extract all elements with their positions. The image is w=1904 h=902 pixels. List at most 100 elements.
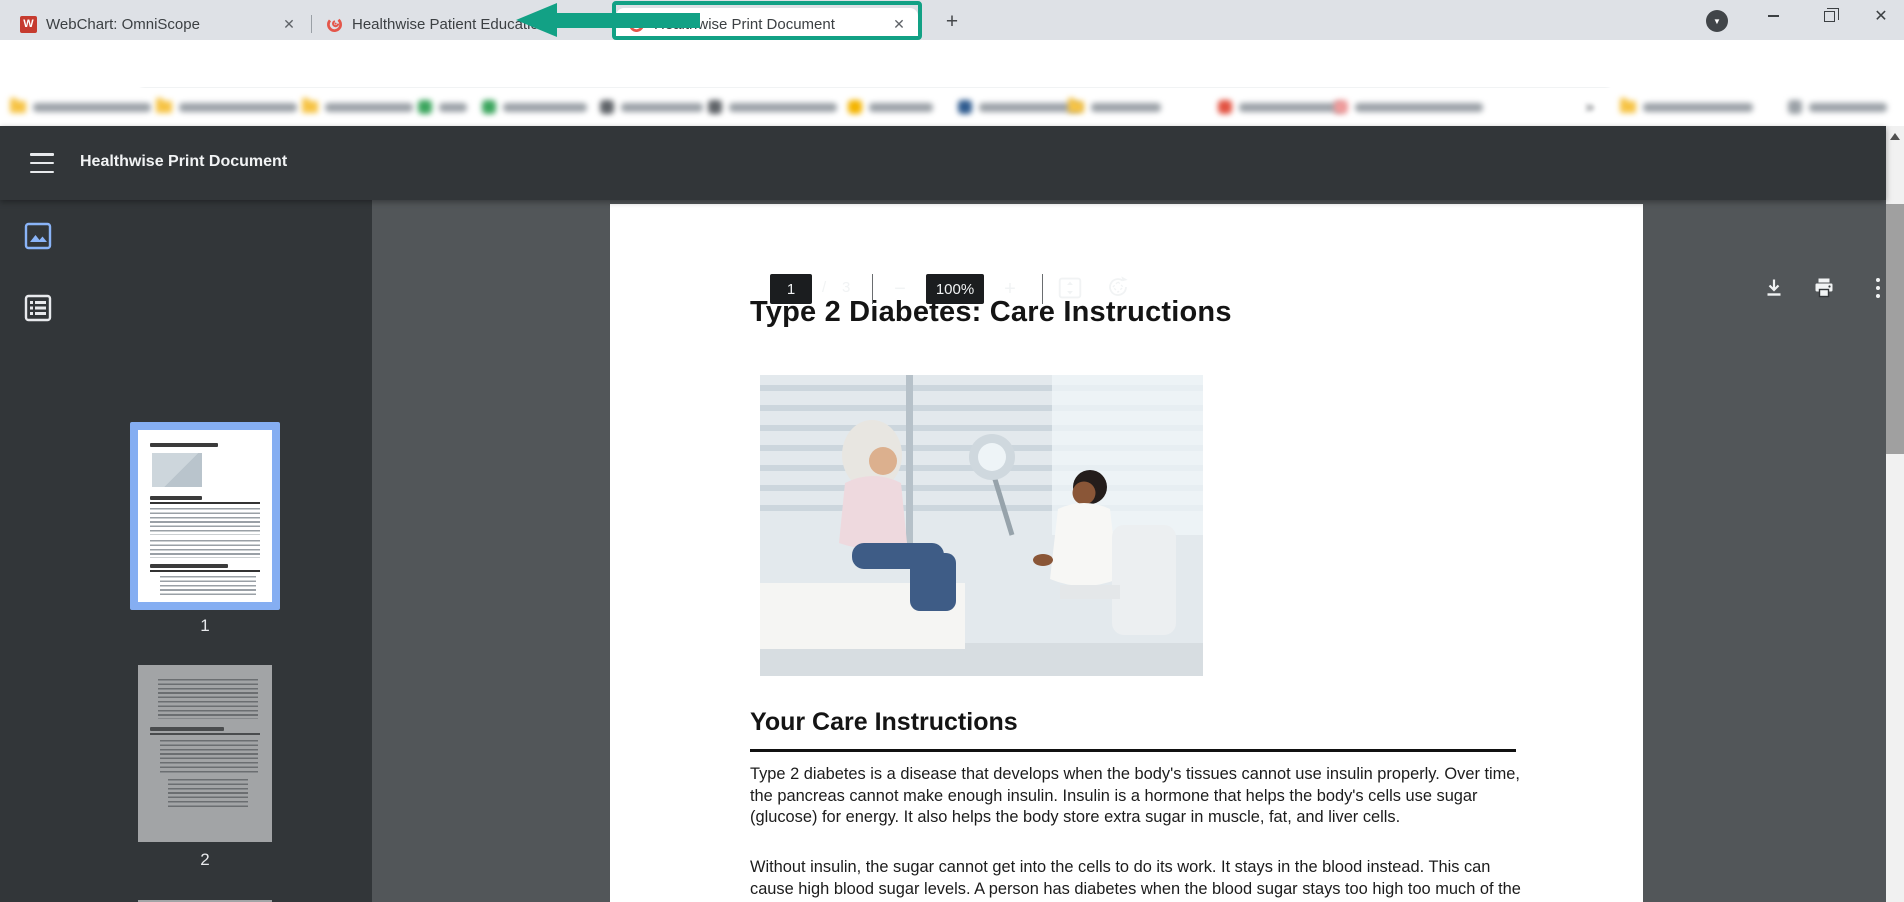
tab-close-icon[interactable]: ✕ [890,15,908,33]
document-title: Type 2 Diabetes: Care Instructions [750,296,1232,329]
scrollbar-thumb[interactable] [1886,204,1904,454]
bookmark-favicon-icon [1218,100,1232,114]
document-page-1: Type 2 Diabetes: Care Instructions [610,204,1643,902]
bookmark-label-redacted [33,103,151,112]
thumbnail-2-label: 2 [138,850,272,870]
tab-close-icon[interactable]: ✕ [280,15,298,33]
bookmark-folder-icon [156,101,172,113]
bookmark-item[interactable] [1620,95,1753,119]
minimize-button[interactable] [1750,0,1796,32]
page-number-input[interactable]: 1 [770,274,812,304]
patient-doctor-photo [760,375,1203,676]
fit-to-page-icon[interactable] [1058,276,1082,300]
bookmark-item[interactable] [1334,95,1483,119]
bookmark-favicon-icon [1788,100,1802,114]
bookmark-label-redacted [979,103,1081,112]
restore-icon [1824,11,1835,22]
bookmark-label-redacted [621,103,703,112]
bookmark-item[interactable] [848,95,933,119]
bookmark-label-redacted [1355,103,1483,112]
browser-titlebar: W WebChart: OmniScope ✕ Healthwise Patie… [0,0,1904,40]
section-heading: Your Care Instructions [750,708,1516,752]
bookmarks-overflow-icon[interactable]: » [1585,97,1594,117]
pdf-document-title: Healthwise Print Document [80,153,287,171]
print-icon[interactable] [1812,276,1836,300]
thumbnail-page-2[interactable] [138,665,272,842]
media-controls-button[interactable]: ▼ [1706,10,1728,32]
bookmark-label-redacted [439,103,467,112]
bookmark-folder-icon [1620,101,1636,113]
pdf-more-options-icon[interactable] [1866,278,1890,302]
tab-title: WebChart: OmniScope [46,16,272,33]
bookmark-folder-icon [1068,101,1084,113]
thumbnail-1-page [138,430,272,602]
bookmark-label-redacted [503,103,587,112]
bookmark-item[interactable] [10,95,151,119]
bookmark-folder-icon [10,101,26,113]
toolbar-separator [872,274,873,304]
thumbnail-1-label: 1 [138,616,272,636]
bookmark-item[interactable] [708,95,837,119]
paragraph-2: Without insulin, the sugar cannot get in… [750,857,1522,902]
tab-close-icon[interactable]: ✕ [584,15,602,33]
browser-window: W WebChart: OmniScope ✕ Healthwise Patie… [0,0,1904,902]
page-separator: / [822,279,826,296]
restore-button[interactable] [1806,0,1852,32]
vertical-scrollbar[interactable] [1886,126,1904,902]
bookmark-favicon-icon [958,100,972,114]
bookmark-item[interactable] [1218,95,1343,119]
tab-divider [311,15,312,33]
healthwise-favicon-icon [628,16,645,33]
bookmark-label-redacted [869,103,933,112]
bookmark-item[interactable] [1068,95,1161,119]
menu-hamburger-icon[interactable] [30,153,54,173]
minimize-icon [1768,15,1779,17]
thumbnail-page-1[interactable] [130,422,280,610]
paragraph-1: Type 2 diabetes is a disease that develo… [750,764,1522,829]
tab-title: Healthwise Print Document [654,16,882,33]
scroll-up-icon[interactable] [1890,133,1900,140]
pdf-viewer-area[interactable]: Type 2 Diabetes: Care Instructions [372,200,1886,902]
zoom-in-button[interactable]: + [994,274,1026,304]
bookmark-item[interactable] [156,95,297,119]
zoom-out-button[interactable]: − [884,274,916,304]
bookmark-label-redacted [325,103,413,112]
bookmark-label-redacted [179,103,297,112]
bookmark-favicon-icon [708,100,722,114]
document-outline-icon[interactable] [24,294,52,322]
healthwise-favicon-icon [326,16,343,33]
tab-patient-education[interactable]: Healthwise Patient Education ✕ [314,8,612,40]
bookmark-favicon-icon [482,100,496,114]
download-icon[interactable] [1762,276,1786,300]
bookmark-label-redacted [1643,103,1753,112]
bookmark-item[interactable] [600,95,703,119]
bookmark-favicon-icon [600,100,614,114]
bookmark-label-redacted [1091,103,1161,112]
bookmark-item[interactable] [958,95,1081,119]
url-toolbar: emr.healthwise.net/Fulfillment/Print?dat… [0,40,1904,88]
webchart-favicon-icon: W [20,16,37,33]
tab-print-document[interactable]: Healthwise Print Document ✕ [616,8,918,40]
bookmark-item[interactable] [302,95,413,119]
bookmarks-bar: » [0,88,1904,126]
bookmark-label-redacted [1809,103,1887,112]
page-total: 3 [842,279,850,296]
thumbnails-view-icon[interactable] [24,222,52,250]
tab-webchart-omniscope[interactable]: W WebChart: OmniScope ✕ [8,8,308,40]
bookmark-favicon-icon [848,100,862,114]
toolbar-separator [1042,274,1043,304]
bookmark-item[interactable] [482,95,587,119]
bookmark-favicon-icon [1334,100,1348,114]
new-tab-button[interactable]: + [938,9,966,37]
bookmark-label-redacted [729,103,837,112]
tab-title: Healthwise Patient Education [352,16,576,33]
bookmark-item[interactable] [418,95,467,119]
bookmark-item[interactable] [1788,95,1887,119]
rotate-icon[interactable] [1106,275,1130,299]
zoom-level-input[interactable]: 100% [926,274,984,304]
bookmark-favicon-icon [418,100,432,114]
pdf-toolbar: Healthwise Print Document 1 / 3 − 100% + [0,126,1886,200]
bookmark-label-redacted [1239,103,1343,112]
bookmark-folder-icon [302,101,318,113]
close-window-button[interactable]: ✕ [1858,0,1904,32]
